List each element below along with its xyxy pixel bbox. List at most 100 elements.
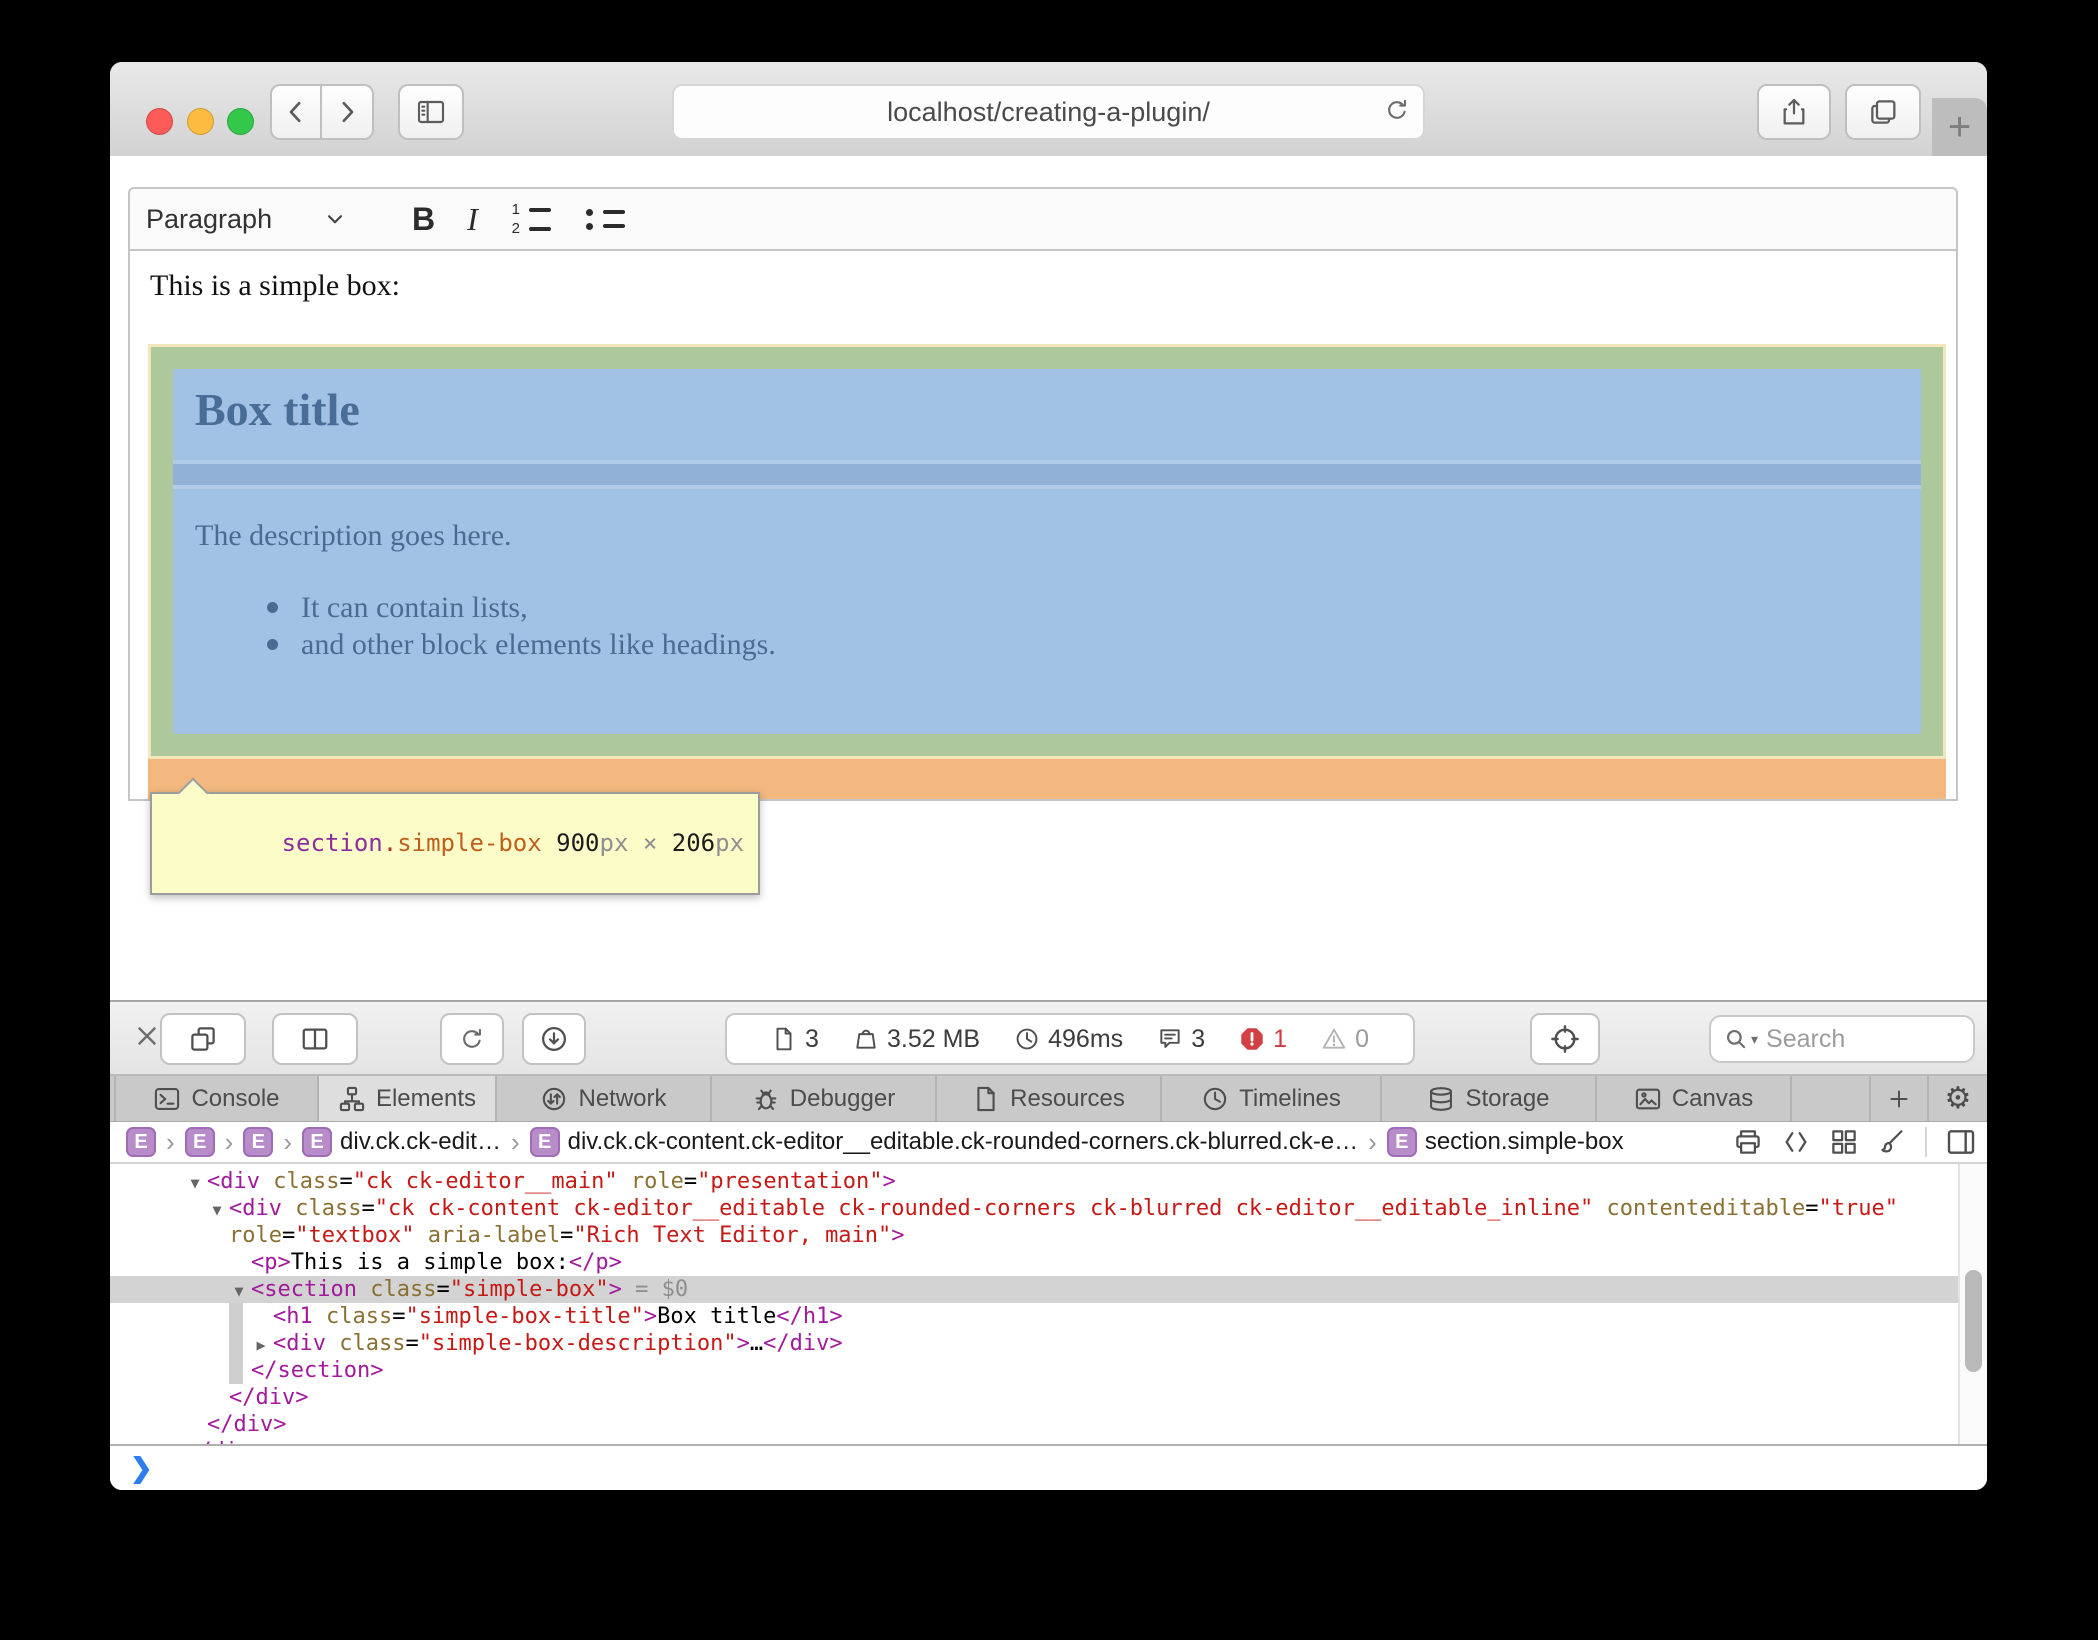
dom-tree-row-selected[interactable]: ▼<section class="simple-box"> = $0 <box>110 1276 1987 1303</box>
close-inspector-button[interactable] <box>132 1021 162 1051</box>
paragraph-dropdown[interactable]: Paragraph <box>146 204 348 235</box>
tab-label: Debugger <box>790 1085 895 1113</box>
breadcrumb-item[interactable]: Ediv.ck.ck-edit… <box>302 1127 501 1157</box>
tab-network[interactable]: Network <box>497 1076 712 1121</box>
dock-side-icon <box>300 1024 330 1054</box>
disclosure-closed-icon[interactable]: ▶ <box>249 1332 273 1359</box>
printer-icon[interactable] <box>1733 1127 1763 1157</box>
numbered-list-button[interactable]: 12 <box>510 204 551 235</box>
plus-icon <box>1886 1086 1912 1112</box>
bulleted-list-button[interactable] <box>583 209 625 230</box>
stat-weight: 3.52 MB <box>853 1025 980 1054</box>
list-item: It can contain lists, <box>267 589 776 626</box>
italic-button[interactable]: I <box>467 201 478 238</box>
address-bar[interactable]: localhost/creating-a-plugin/ <box>672 84 1425 140</box>
new-tab-button[interactable] <box>1869 1076 1927 1121</box>
dom-tree-row[interactable]: ▼<div class="ck ck-content ck-editor__ed… <box>110 1195 1987 1222</box>
search-scope-chevron: ▾ <box>1751 1031 1758 1048</box>
inspector-toolbar: 33.52 MB496ms310 ▾ <box>110 1002 1987 1076</box>
tab-label: Network <box>578 1085 666 1113</box>
breadcrumb-item[interactable]: Ediv.ck.ck-content.ck-editor__editable.c… <box>530 1127 1359 1157</box>
tab-timelines[interactable]: Timelines <box>1162 1076 1382 1121</box>
web-inspector: 33.52 MB496ms310 ▾ ConsoleElementsNetwor… <box>110 1000 1987 1490</box>
forward-button[interactable] <box>322 84 374 140</box>
disclosure-open-icon[interactable]: ▼ <box>227 1278 251 1305</box>
dom-tree-row[interactable]: </div> <box>110 1384 1987 1411</box>
zoom-window-button[interactable] <box>227 108 254 135</box>
dom-tree-row[interactable]: ▶<div class="simple-box-description">…</… <box>110 1330 1987 1357</box>
breadcrumb-item[interactable]: E <box>243 1127 273 1157</box>
panel-right-icon[interactable] <box>1945 1126 1977 1158</box>
weight-icon <box>853 1026 879 1052</box>
dom-tree-row[interactable]: <p>This is a simple box:</p> <box>110 1249 1987 1276</box>
editable-area[interactable]: This is a simple box: Box title The desc… <box>128 251 1958 801</box>
sidebar-toggle-button[interactable] <box>398 84 464 140</box>
highlight-margin-overlap <box>173 464 1921 485</box>
tab-label: Resources <box>1010 1085 1125 1113</box>
dom-tree-row[interactable]: ▼<div class="ck ck-editor__main" role="p… <box>110 1168 1987 1195</box>
detach-icon <box>188 1024 218 1054</box>
new-tab-button[interactable]: + <box>1932 98 1987 156</box>
stat-value: 3 <box>805 1025 819 1054</box>
stat-value: 496ms <box>1048 1025 1123 1054</box>
divider <box>1925 1127 1927 1157</box>
settings-tab-button[interactable]: ⚙ <box>1927 1076 1987 1121</box>
tab-overview-button[interactable] <box>1845 84 1921 140</box>
elements-tab-icon <box>338 1085 366 1113</box>
tree-scrollbar[interactable] <box>1958 1164 1987 1444</box>
stat-error: 1 <box>1239 1025 1287 1054</box>
reload-page-button[interactable] <box>440 1013 504 1065</box>
box-description-content-highlight: The description goes here. It can contai… <box>173 489 1921 734</box>
tab-elements[interactable]: Elements <box>319 1076 497 1121</box>
grid-icon[interactable] <box>1829 1127 1859 1157</box>
tab-debugger[interactable]: Debugger <box>712 1076 937 1121</box>
dom-tree-row[interactable]: </div> <box>110 1411 1987 1438</box>
tabs-overview-icon <box>1867 96 1899 128</box>
dom-tree-row[interactable]: role="textbox" aria-label="Rich Text Edi… <box>110 1222 1987 1249</box>
code-brackets-icon[interactable] <box>1781 1127 1811 1157</box>
detach-inspector-button[interactable] <box>160 1013 246 1065</box>
tab-console[interactable]: Console <box>114 1076 319 1121</box>
console-tab-icon <box>153 1085 181 1113</box>
element-badge: E <box>243 1127 273 1157</box>
ckeditor: Paragraph B I 12 This is a simple box: <box>128 187 1958 801</box>
element-breadcrumbs: E›E›E›Ediv.ck.ck-edit…›Ediv.ck.ck-conten… <box>110 1122 1987 1164</box>
debugger-tab-icon <box>752 1085 780 1113</box>
bold-button[interactable]: B <box>412 201 435 238</box>
list-item: and other block elements like headings. <box>267 626 776 663</box>
back-icon <box>281 97 311 127</box>
breadcrumb-item[interactable]: E <box>185 1127 215 1157</box>
reload-icon[interactable] <box>1383 96 1411 124</box>
breadcrumb-separator: › <box>225 1127 234 1158</box>
tab-label: Timelines <box>1239 1085 1341 1113</box>
dock-side-button[interactable] <box>272 1013 358 1065</box>
tab-resources[interactable]: Resources <box>937 1076 1162 1121</box>
scrollbar-thumb[interactable] <box>1965 1270 1982 1372</box>
element-badge: E <box>302 1127 332 1157</box>
download-button[interactable] <box>522 1013 586 1065</box>
back-button[interactable] <box>270 84 322 140</box>
stat-warning: 0 <box>1321 1025 1369 1054</box>
editor-toolbar: Paragraph B I 12 <box>128 187 1958 251</box>
minimize-window-button[interactable] <box>187 108 214 135</box>
dom-tree-row[interactable]: </section> <box>110 1357 1987 1384</box>
dom-tree-row[interactable]: <h1 class="simple-box-title">Box title</… <box>110 1303 1987 1330</box>
tab-label: Storage <box>1465 1085 1549 1113</box>
breadcrumb-item[interactable]: E <box>126 1127 156 1157</box>
element-picker-button[interactable] <box>1530 1013 1600 1065</box>
disclosure-open-icon[interactable]: ▼ <box>205 1197 229 1224</box>
breadcrumb-item[interactable]: Esection.simple-box <box>1387 1127 1624 1157</box>
share-button[interactable] <box>1757 84 1831 140</box>
close-window-button[interactable] <box>146 108 173 135</box>
disclosure-open-icon[interactable]: ▼ <box>183 1170 207 1197</box>
dom-tree-row[interactable]: </div> <box>110 1438 1987 1444</box>
tooltip-class: simple-box <box>397 829 542 857</box>
tab-canvas[interactable]: Canvas <box>1597 1076 1792 1121</box>
console-prompt[interactable]: ❯ <box>110 1444 1987 1490</box>
tab-label: Elements <box>376 1085 476 1113</box>
tab-storage[interactable]: Storage <box>1382 1076 1597 1121</box>
search-input[interactable] <box>1764 1024 1938 1055</box>
paintbrush-icon[interactable] <box>1877 1127 1907 1157</box>
breadcrumb-label: div.ck.ck-content.ck-editor__editable.ck… <box>568 1128 1359 1156</box>
document-icon <box>771 1026 797 1052</box>
